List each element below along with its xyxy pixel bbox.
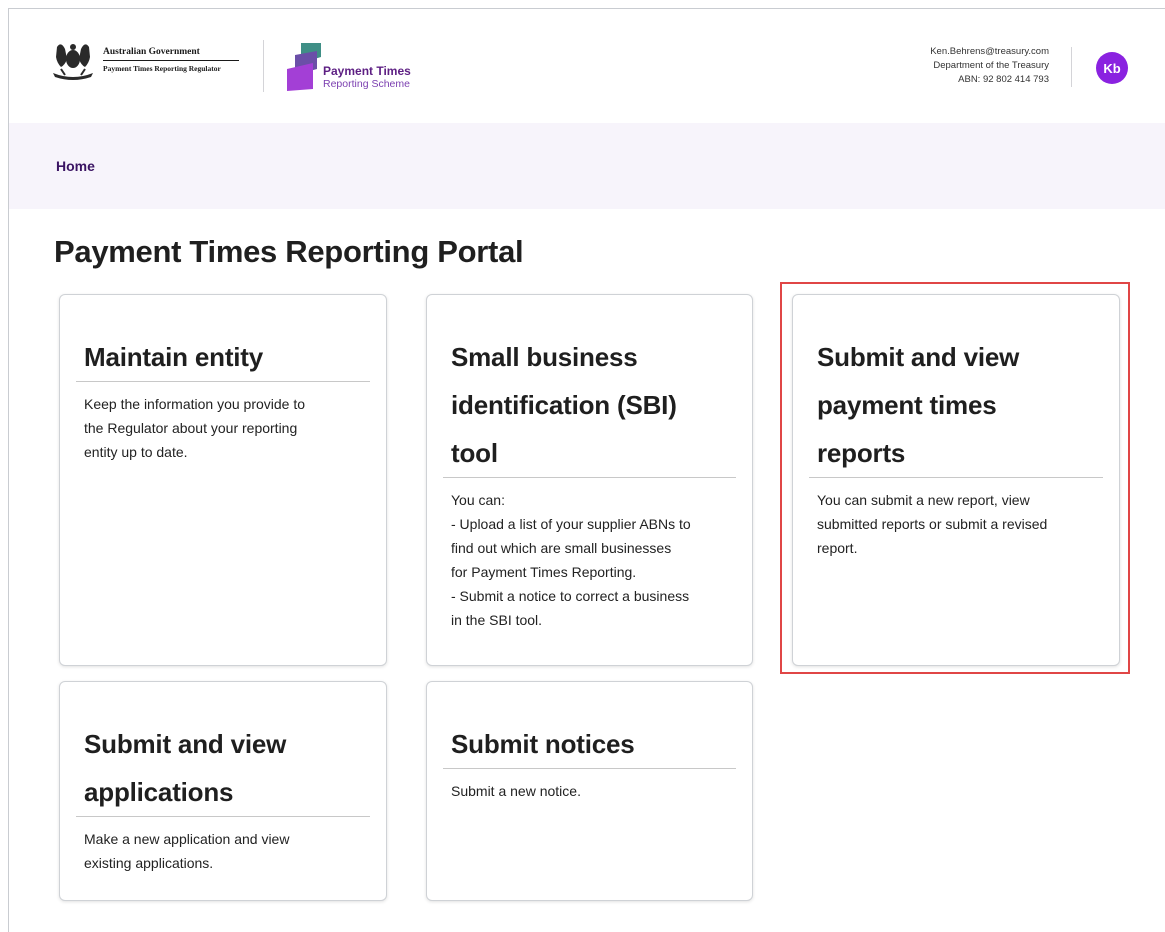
card-submit-view-reports[interactable]: Submit and view payment times reports Yo… [792, 294, 1120, 666]
user-department: Department of the Treasury [933, 60, 1049, 71]
gov-title: Australian Government [103, 47, 239, 61]
card-title-line: applications [84, 777, 234, 807]
card-description-line: existing applications. [84, 855, 214, 871]
regulator-title: Payment Times Reporting Regulator [103, 64, 221, 73]
card-description-line: Submit a new notice. [451, 783, 581, 799]
card-description-line: Keep the information you provide to [84, 396, 306, 412]
card-description-line: You can: [451, 492, 505, 508]
card-title-line: Submit and view [84, 729, 287, 759]
card-title-line: Submit and view [817, 342, 1020, 372]
user-email: Ken.Behrens@treasury.com [930, 46, 1049, 57]
header-divider [263, 40, 264, 92]
card-description-line: the Regulator about your reporting [84, 420, 298, 436]
card-submit-view-applications[interactable]: Submit and view applications Make a new … [59, 681, 387, 901]
card-description: You can: - Upload a list of your supplie… [441, 478, 738, 632]
card-title: Maintain entity [84, 342, 264, 372]
breadcrumb-home-link[interactable]: Home [56, 158, 95, 174]
australian-government-logo[interactable]: Australian Government Payment Times Repo… [47, 39, 247, 81]
card-description-line: in the SBI tool. [451, 612, 543, 628]
card-title: Submit and view applications [74, 682, 372, 816]
user-avatar[interactable]: Kb [1096, 52, 1128, 84]
card-description: You can submit a new report, view submit… [807, 478, 1105, 560]
card-title-line: identification (SBI) [451, 390, 677, 420]
card-title: Submit notices [451, 729, 635, 759]
user-info: Ken.Behrens@treasury.com Department of t… [869, 45, 1049, 87]
card-title-line: Small business [451, 342, 638, 372]
card-submit-notices[interactable]: Submit notices Submit a new notice. [426, 681, 753, 901]
card-description-line: entity up to date. [84, 444, 188, 460]
site-header: Australian Government Payment Times Repo… [9, 9, 1165, 123]
payment-times-scheme-logo[interactable]: Payment Times Reporting Scheme [287, 43, 427, 91]
scheme-logo-icon [287, 43, 321, 91]
card-title: Submit and view payment times reports [807, 295, 1105, 477]
card-description: Submit a new notice. [441, 769, 738, 803]
user-divider [1071, 47, 1072, 87]
card-maintain-entity[interactable]: Maintain entity Keep the information you… [59, 294, 387, 666]
user-abn: ABN: 92 802 414 793 [958, 74, 1049, 85]
card-title: Small business identification (SBI) tool [441, 295, 738, 477]
card-description-line: for Payment Times Reporting. [451, 564, 637, 580]
card-description-line: find out which are small businesses [451, 540, 672, 556]
card-description: Keep the information you provide to the … [74, 382, 372, 464]
page-title: Payment Times Reporting Portal [54, 234, 524, 269]
card-description-line: - Upload a list of your supplier ABNs to [451, 516, 691, 532]
scheme-name-line2: Reporting Scheme [323, 78, 410, 90]
card-title-line: tool [451, 438, 498, 468]
card-description-line: You can submit a new report, view [817, 492, 1030, 508]
coat-of-arms-icon [53, 44, 93, 80]
scheme-name-line1: Payment Times [323, 64, 411, 78]
card-description-line: Make a new application and view [84, 831, 290, 847]
card-description-line: report. [817, 540, 858, 556]
card-sbi-tool[interactable]: Small business identification (SBI) tool… [426, 294, 753, 666]
card-title-line: reports [817, 438, 906, 468]
breadcrumb: Home [9, 123, 1165, 209]
card-title-line: payment times [817, 390, 997, 420]
card-description-line: - Submit a notice to correct a business [451, 588, 690, 604]
card-description: Make a new application and view existing… [74, 817, 372, 875]
card-description-line: submitted reports or submit a revised [817, 516, 1048, 532]
